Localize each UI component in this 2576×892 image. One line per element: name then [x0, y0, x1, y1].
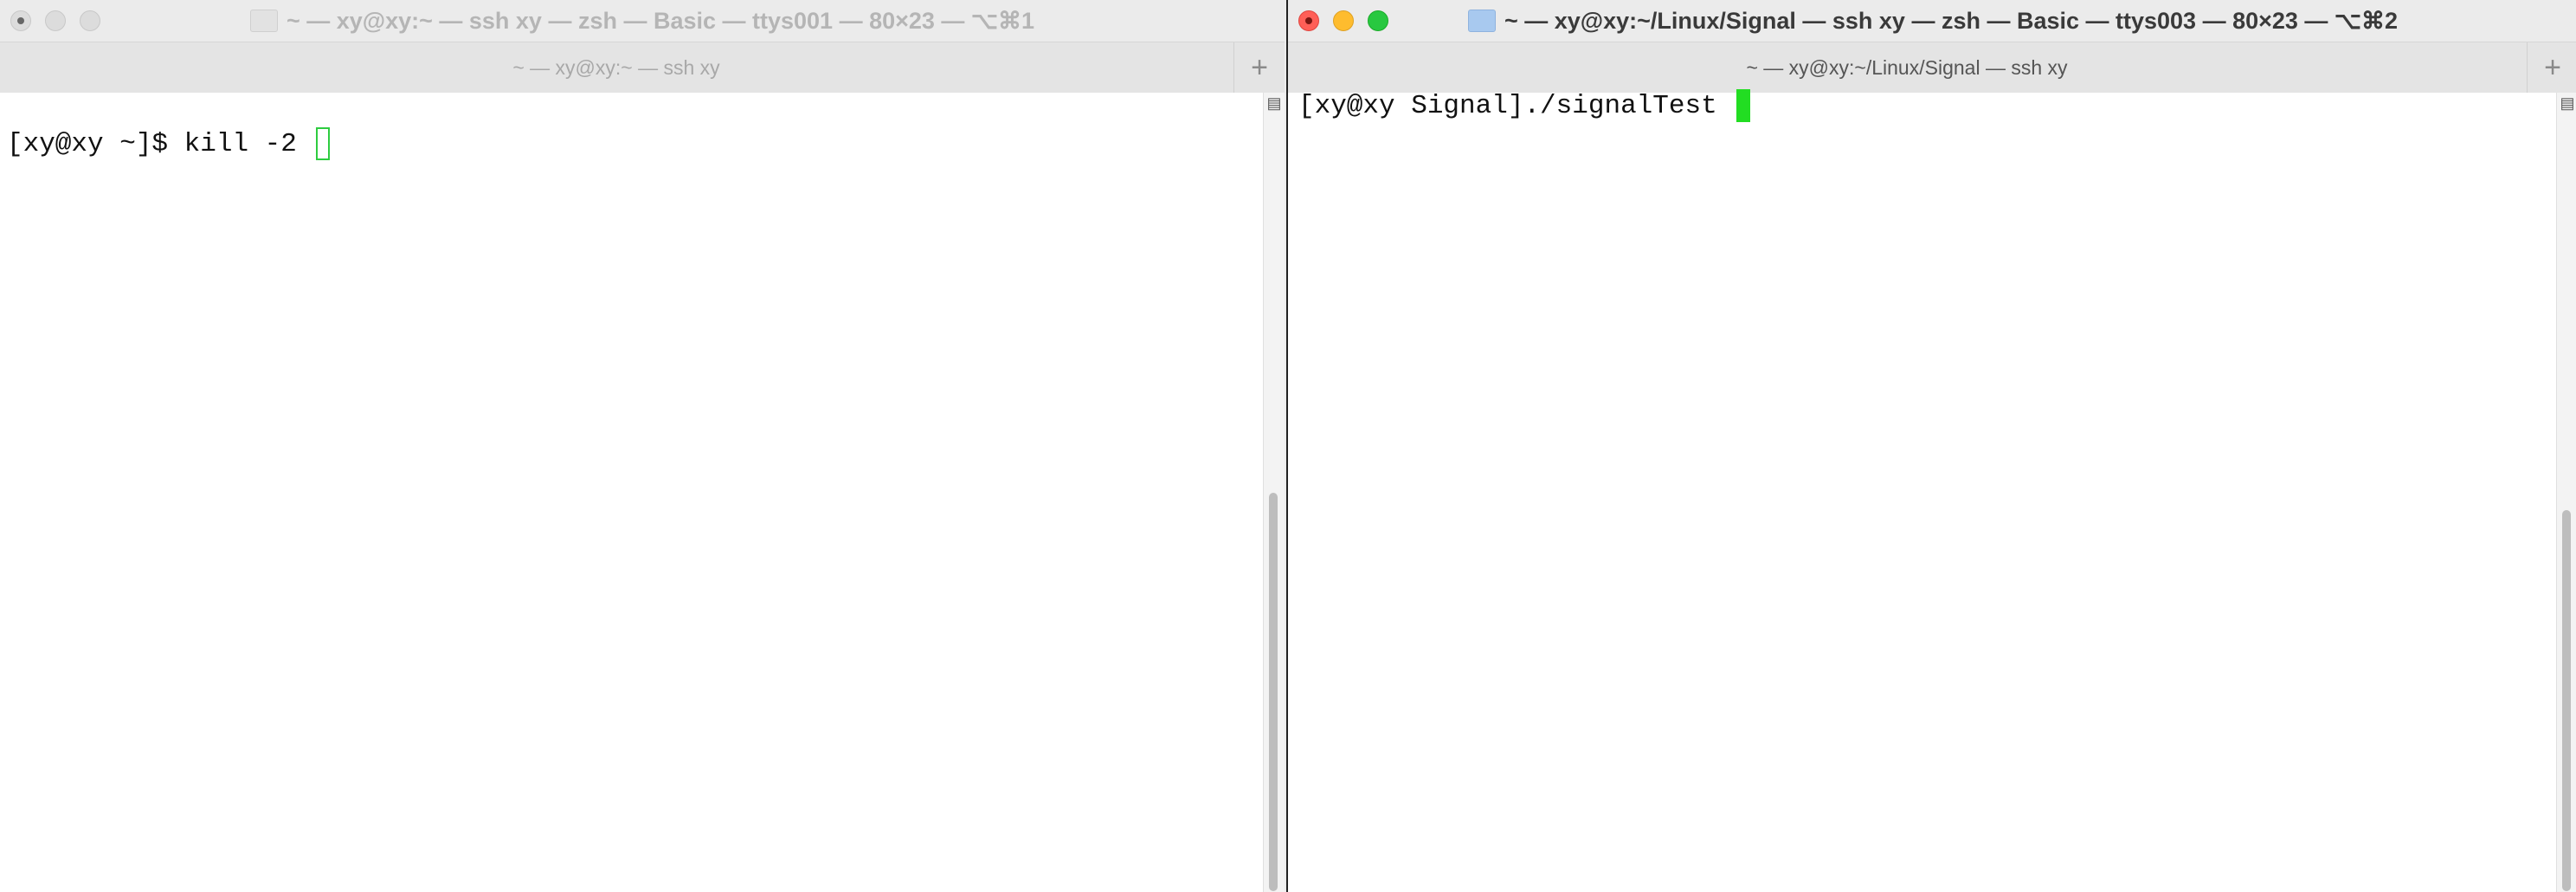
new-tab-button[interactable]: + [2527, 42, 2576, 93]
marks-icon[interactable]: ▤ [1265, 94, 1283, 112]
terminal-output[interactable]: [xy@xy ~]$ kill -2 [0, 93, 1264, 892]
tab-current[interactable]: ~ — xy@xy:~/Linux/Signal — ssh xy [1288, 42, 2526, 93]
folder-icon [249, 10, 278, 32]
command-line: [xy@xy Signal] ./signalTest [1298, 89, 1751, 122]
marks-icon[interactable]: ▤ [2559, 94, 2576, 112]
terminal-window-left[interactable]: ~ — xy@xy:~ — ssh xy — zsh — Basic — tty… [0, 0, 1285, 892]
plus-icon: + [1251, 50, 1268, 84]
folder-icon [1467, 10, 1496, 32]
window-title-container: ~ — xy@xy:~ — ssh xy — zsh — Basic — tty… [0, 0, 1285, 42]
tab-current[interactable]: ~ — xy@xy:~ — ssh xy [0, 42, 1233, 93]
terminal-window-right[interactable]: ~ — xy@xy:~/Linux/Signal — ssh xy — zsh … [1286, 0, 2576, 892]
tab-bar: ~ — xy@xy:~/Linux/Signal — ssh xy + [1288, 42, 2576, 94]
window-title: ~ — xy@xy:~ — ssh xy — zsh — Basic — tty… [286, 7, 1035, 34]
command-line: [xy@xy ~]$ kill -2 [7, 127, 331, 160]
shell-prompt: [xy@xy ~]$ [7, 128, 184, 159]
tab-label: ~ — xy@xy:~/Linux/Signal — ssh xy [1746, 55, 2068, 79]
window-title-container: ~ — xy@xy:~/Linux/Signal — ssh xy — zsh … [1288, 0, 2576, 42]
scrollbar[interactable]: ▤ [1263, 93, 1285, 892]
text-cursor [316, 127, 331, 160]
scrollbar[interactable]: ▤ [2556, 93, 2576, 892]
title-bar[interactable]: ~ — xy@xy:~/Linux/Signal — ssh xy — zsh … [1288, 0, 2576, 42]
window-title: ~ — xy@xy:~/Linux/Signal — ssh xy — zsh … [1504, 7, 2399, 34]
tab-label: ~ — xy@xy:~ — ssh xy [512, 55, 720, 79]
plus-icon: + [2544, 50, 2561, 84]
terminal-output[interactable]: [xy@xy Signal] ./signalTest [1288, 89, 2557, 892]
new-tab-button[interactable]: + [1233, 42, 1285, 93]
typed-command: ./signalTest [1523, 90, 1734, 121]
shell-prompt: [xy@xy Signal] [1298, 90, 1524, 121]
text-cursor [1736, 89, 1751, 122]
title-bar[interactable]: ~ — xy@xy:~ — ssh xy — zsh — Basic — tty… [0, 0, 1285, 42]
scrollbar-thumb[interactable] [2562, 510, 2571, 891]
scrollbar-thumb[interactable] [1269, 493, 1278, 891]
tab-bar: ~ — xy@xy:~ — ssh xy + [0, 42, 1285, 94]
typed-command: kill -2 [184, 128, 313, 159]
